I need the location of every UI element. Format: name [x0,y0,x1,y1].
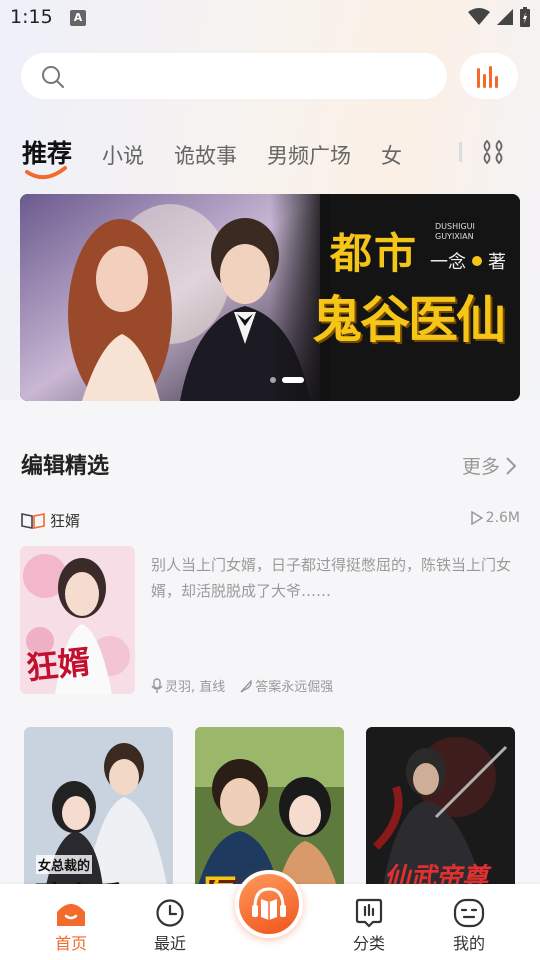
tab-divider [459,142,462,162]
tab-ghost-story[interactable]: 诡故事 [174,140,237,170]
book-cover-3[interactable]: 仙武帝尊 [366,727,515,897]
banner-author-suffix: 著 [488,252,506,273]
quill-icon [240,678,253,693]
narrator: 灵羽, 直线 [151,676,225,695]
nav-mine[interactable]: 我的 [439,896,499,954]
notification-a-icon: A [70,10,86,26]
category-tabs: 推荐 小说 诡故事 男频广场 女 [22,130,432,180]
ranking-button[interactable] [460,53,518,99]
author: 答案永远倔强 [239,676,333,695]
search-bar[interactable] [21,53,447,99]
banner-pinyin-2: GUYIXIAN [435,232,474,241]
nav-home[interactable]: 首页 [41,896,101,954]
banner-author: 一念 著 [430,248,506,274]
author-name: 答案永远倔强 [255,680,334,695]
section-title: 编辑精选 [21,454,110,479]
chevron-right-icon [506,456,517,475]
tab-female-channel[interactable]: 女 [381,140,402,170]
wifi-icon [468,8,490,25]
more-label: 更多 [462,456,501,478]
nav-category-label: 分类 [352,934,385,953]
play-icon [470,511,483,525]
bar-chart-icon [477,66,498,88]
signal-icon [497,9,513,25]
pagination-dot-active[interactable] [282,377,304,383]
play-count-value: 2.6M [485,510,520,526]
banner-title-line1: 都市 [330,229,419,278]
nav-mine-label: 我的 [452,934,485,953]
banner-title: 都市 DUSHIGUI GUYIXIAN 一念 著 鬼谷医仙 [312,216,520,376]
search-icon [42,66,64,88]
book-open-icon [21,513,45,529]
banner-pagination [270,377,304,383]
cover-1-subtitle: 女总裁的 [36,855,93,874]
featured-book-description: 别人当上门女婿，日子都过得挺憋屈的，陈铁当上门女婿，却活脱脱成了大爷…… [151,556,512,600]
banner-title-line2: 鬼谷医仙 [312,290,506,349]
featured-book-name: 狂婿 [50,512,81,530]
more-link[interactable]: 更多 [462,452,517,479]
featured-book-header[interactable]: 狂婿 2.6M [20,506,520,536]
nav-home-label: 首页 [54,934,87,953]
featured-book-cover[interactable]: 狂婿 [20,546,135,694]
microphone-icon [151,677,163,693]
featured-book-meta: 灵羽, 直线 答案永远倔强 [151,676,333,695]
system-icons [468,6,530,28]
nav-recent-label: 最近 [153,934,186,953]
status-time: 1:15 [10,6,53,28]
promo-banner[interactable]: 都市 DUSHIGUI GUYIXIAN 一念 著 鬼谷医仙 [20,194,520,401]
category-grid-icon[interactable] [480,139,506,165]
pagination-dot[interactable] [270,377,276,383]
home-icon [57,904,85,926]
tab-recommend[interactable]: 推荐 [22,134,73,180]
tab-male-channel[interactable]: 男频广场 [267,140,351,170]
book-cover-1[interactable]: 女总裁的 贴身兵王 [24,727,173,897]
category-icon [355,898,383,928]
search-input[interactable] [77,61,427,91]
nav-category[interactable]: 分类 [339,896,399,954]
audiobook-player-button[interactable] [235,870,303,938]
clock-icon [156,899,184,927]
banner-author-name: 一念 [430,252,466,273]
profile-icon [453,898,485,928]
active-tab-indicator [25,166,67,180]
battery-icon [520,7,530,27]
tab-label: 推荐 [22,139,73,168]
tab-novel[interactable]: 小说 [102,140,144,170]
nav-recent[interactable]: 最近 [140,896,200,954]
narrator-name: 灵羽, 直线 [165,680,226,695]
cover-title: 狂婿 [24,642,93,688]
status-bar: 1:15 A [0,0,540,36]
headphones-book-icon [252,887,286,920]
flower-icon [472,256,482,266]
banner-pinyin-1: DUSHIGUI [435,222,475,231]
play-count: 2.6M [470,510,520,526]
